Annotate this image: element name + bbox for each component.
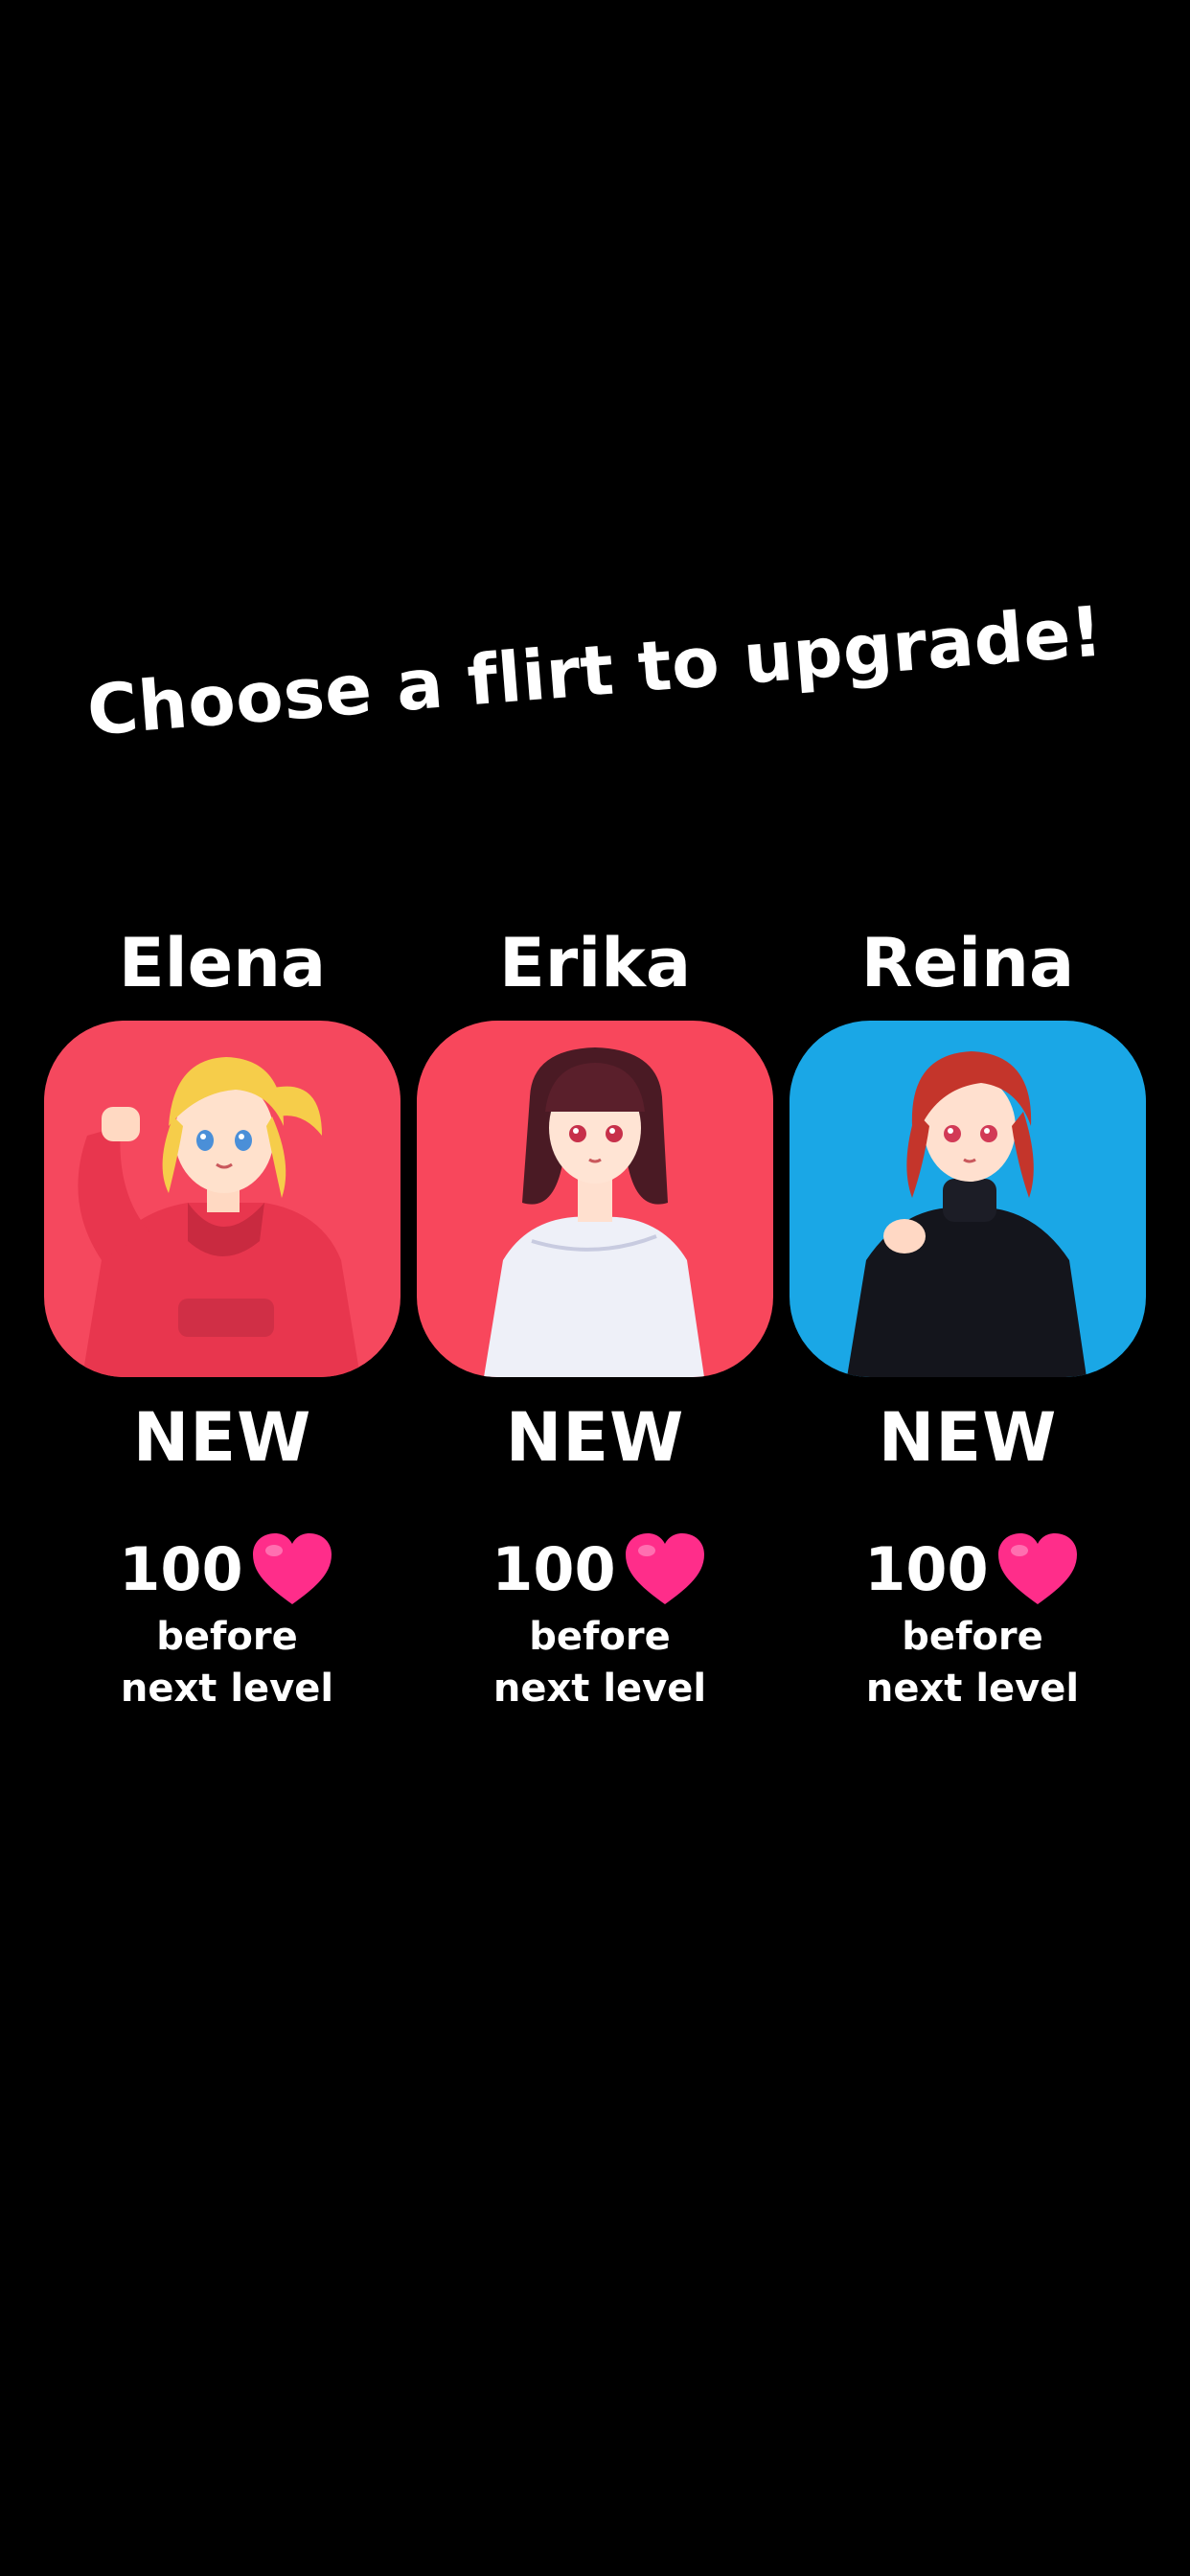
points-row: 100 (40, 1529, 414, 1611)
character-card-erika[interactable]: Erika NEW 100 before next level (413, 915, 777, 1720)
caption-line-1: before (156, 1615, 298, 1659)
character-portrait-elena[interactable] (44, 1021, 400, 1377)
character-name: Reina (860, 924, 1075, 1002)
character-portrait-erika[interactable] (417, 1021, 773, 1377)
page-title: Choose a flirt to upgrade! (83, 590, 1107, 751)
points-value: 100 (119, 1534, 243, 1604)
status-badge: NEW (878, 1398, 1058, 1477)
points-value: 100 (492, 1534, 616, 1604)
character-portrait-reina[interactable] (790, 1021, 1146, 1377)
caption-line-2: next level (492, 1667, 707, 1711)
character-card-elena[interactable]: Elena NEW 100 before next level (40, 915, 404, 1720)
caption-line-1: before (529, 1615, 671, 1659)
caption-line-1: before (902, 1615, 1043, 1659)
points-row: 100 (413, 1529, 787, 1611)
points-row: 100 (786, 1529, 1159, 1611)
status-badge: NEW (132, 1398, 312, 1477)
character-name: Elena (118, 924, 327, 1002)
character-card-reina[interactable]: Reina NEW 100 before next level (786, 915, 1150, 1720)
level-caption: before next level (786, 1611, 1159, 1714)
erika-illustration (417, 1021, 773, 1377)
character-name: Erika (498, 924, 692, 1002)
elena-illustration (44, 1021, 400, 1377)
reina-illustration (790, 1021, 1146, 1377)
status-badge: NEW (505, 1398, 685, 1477)
heart-icon (625, 1533, 704, 1604)
level-caption: before next level (40, 1611, 414, 1714)
heart-icon (252, 1533, 332, 1604)
points-value: 100 (864, 1534, 989, 1604)
caption-line-2: next level (865, 1667, 1080, 1711)
caption-line-2: next level (120, 1667, 334, 1711)
heart-icon (997, 1533, 1077, 1604)
level-caption: before next level (413, 1611, 787, 1714)
